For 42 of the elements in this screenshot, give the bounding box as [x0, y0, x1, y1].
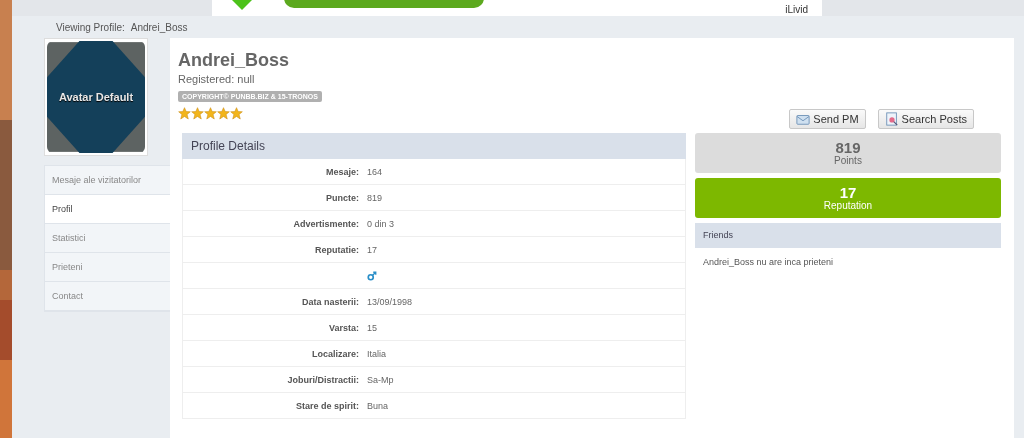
field-value: 17 — [367, 244, 377, 255]
send-pm-button[interactable]: Send PM — [789, 109, 866, 129]
sidebar-item[interactable]: Profil — [45, 195, 170, 224]
friends-text: Andrei_Boss nu are inca prieteni — [702, 256, 835, 267]
male-icon — [367, 270, 377, 281]
ad-banner[interactable]: iLivid — [212, 0, 822, 16]
field-label: Varsta: — [327, 322, 360, 333]
sidebar-item[interactable]: Contact — [45, 282, 170, 311]
search-posts-button[interactable]: Search Posts — [877, 109, 974, 129]
sidebar-item[interactable]: Prieteni — [45, 253, 170, 282]
sidebar-item[interactable]: Mesaje ale vizitatorilor — [45, 166, 170, 195]
document-search-icon — [884, 112, 899, 126]
field-value: 13/09/1998 — [367, 296, 413, 307]
avatar-label: Avatar Default — [58, 91, 134, 103]
field-value: 164 — [367, 166, 383, 177]
field-value: 0 din 3 — [367, 218, 395, 229]
stat-label: Points — [834, 155, 862, 166]
field-value: Sa-Mp — [367, 374, 394, 385]
stat-value: 17 — [839, 185, 857, 200]
profile-name: Andrei_Boss — [178, 50, 291, 71]
field-value: 819 — [367, 192, 383, 203]
field-label: Advertismente: — [292, 218, 360, 229]
section-header: Friends — [695, 223, 1001, 248]
stat-label: Reputation — [823, 200, 873, 211]
registered-text: Registered: null — [178, 73, 256, 85]
breadcrumb-label: Viewing Profile: — [56, 22, 125, 35]
banner-brand: iLivid — [785, 4, 808, 16]
field-value: Italia — [367, 348, 386, 359]
field-value: 15 — [367, 322, 377, 333]
field-label: Reputatie: — [314, 244, 360, 255]
field-label: Data nasterii: — [300, 296, 360, 307]
breadcrumb-link[interactable]: Andrei_Boss — [130, 22, 188, 38]
section-header: Profile Details — [182, 133, 686, 159]
field-label: Puncte: — [325, 192, 360, 203]
field-label: Stare de spirit: — [294, 400, 360, 411]
field-label: Joburi/Distractii: — [286, 374, 360, 385]
sidebar-item[interactable]: Statistici — [45, 224, 170, 253]
stat-value: 819 — [835, 140, 861, 155]
field-value: Buna — [367, 400, 389, 411]
field-label: Mesaje: — [324, 166, 360, 177]
envelope-icon — [796, 112, 811, 126]
field-label: Localizare: — [310, 348, 360, 359]
